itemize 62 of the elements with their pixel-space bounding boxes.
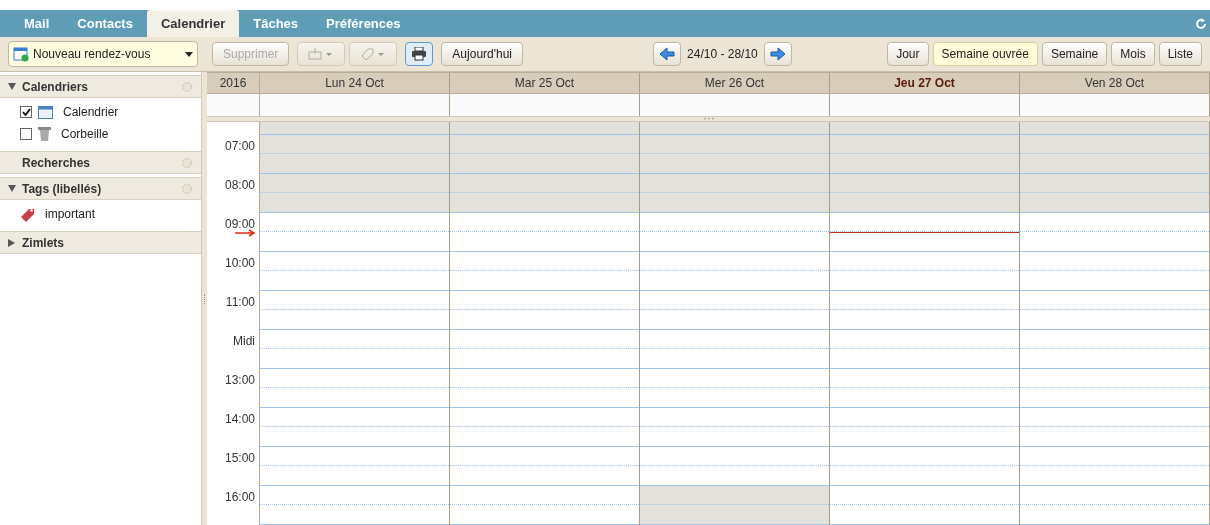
collapse-triangle-icon[interactable] xyxy=(8,83,16,90)
arrow-icon xyxy=(769,47,786,61)
previous-arrow-button[interactable] xyxy=(653,42,682,66)
collapse-triangle-icon[interactable] xyxy=(8,185,16,192)
time-label: 10:00 xyxy=(224,255,255,272)
sidebar-item[interactable]: important xyxy=(45,205,96,223)
time-label: 16:00 xyxy=(224,489,255,506)
expand-triangle-icon[interactable] xyxy=(8,238,15,247)
section-header[interactable]: Zimlets xyxy=(0,231,201,254)
view-button[interactable]: Semaine xyxy=(1041,42,1108,66)
trash-icon xyxy=(38,127,51,141)
view-button[interactable]: Jour xyxy=(887,42,929,66)
time-label: 11:00 xyxy=(225,294,255,311)
tray-icon xyxy=(308,48,335,60)
print-button[interactable] xyxy=(405,42,434,66)
section-title: Calendriers xyxy=(22,78,90,96)
calendar-icon xyxy=(38,105,53,119)
section-header[interactable]: Recherches xyxy=(0,151,201,174)
day-header: Mar 25 Oct xyxy=(450,73,640,93)
checkbox[interactable] xyxy=(20,106,32,118)
day-header: Ven 28 Oct xyxy=(1020,73,1210,93)
settings-icon[interactable] xyxy=(181,182,193,195)
tag-icon xyxy=(360,48,387,60)
sidebar-item[interactable]: Corbeille xyxy=(61,125,109,143)
year-label: 2016 xyxy=(207,73,260,93)
calendar-add-icon xyxy=(13,46,29,62)
section-title: Recherches xyxy=(22,154,92,172)
move-button[interactable] xyxy=(297,42,346,66)
arrow-icon xyxy=(659,47,676,61)
caret-icon xyxy=(185,51,193,57)
time-label: 13:00 xyxy=(224,372,255,389)
time-label: 09:00 xyxy=(224,216,255,233)
section-title: Zimlets xyxy=(22,234,65,252)
tag-button[interactable] xyxy=(349,42,398,66)
day-header: Mer 26 Oct xyxy=(640,73,830,93)
today-button[interactable]: Aujourd'hui xyxy=(441,42,524,66)
print-icon xyxy=(411,47,428,61)
time-label: 14:00 xyxy=(224,411,255,428)
resize-handle-icon[interactable] xyxy=(702,116,715,120)
day-header: Jeu 27 Oct xyxy=(830,73,1020,93)
date-range-label: 24/10 - 28/10 xyxy=(687,46,758,63)
checkbox[interactable] xyxy=(20,128,32,140)
view-button[interactable]: Mois xyxy=(1111,42,1155,66)
view-button[interactable]: Semaine ouvrée xyxy=(932,42,1038,66)
view-button[interactable]: Liste xyxy=(1158,42,1202,66)
time-label: 08:00 xyxy=(224,177,255,194)
settings-icon[interactable] xyxy=(181,80,193,93)
new-appointment-button[interactable]: Nouveau rendez-vous xyxy=(8,41,198,67)
next-arrow-button[interactable] xyxy=(763,42,792,66)
tag-icon xyxy=(20,206,35,222)
sidebar-item[interactable]: Calendrier xyxy=(63,103,119,121)
section-header[interactable]: Tags (libellés) xyxy=(0,177,201,200)
section-header[interactable]: Calendriers xyxy=(0,75,201,98)
time-label: Midi xyxy=(233,333,255,350)
refresh-icon[interactable] xyxy=(1194,17,1208,31)
time-label: 07:00 xyxy=(224,138,255,155)
time-slot[interactable] xyxy=(830,213,1020,252)
section-title: Tags (libellés) xyxy=(22,180,103,198)
nav-tab[interactable]: Calendrier xyxy=(146,10,240,37)
time-label: 15:00 xyxy=(224,450,255,467)
day-header: Lun 24 Oct xyxy=(260,73,450,93)
settings-icon[interactable] xyxy=(181,156,193,169)
